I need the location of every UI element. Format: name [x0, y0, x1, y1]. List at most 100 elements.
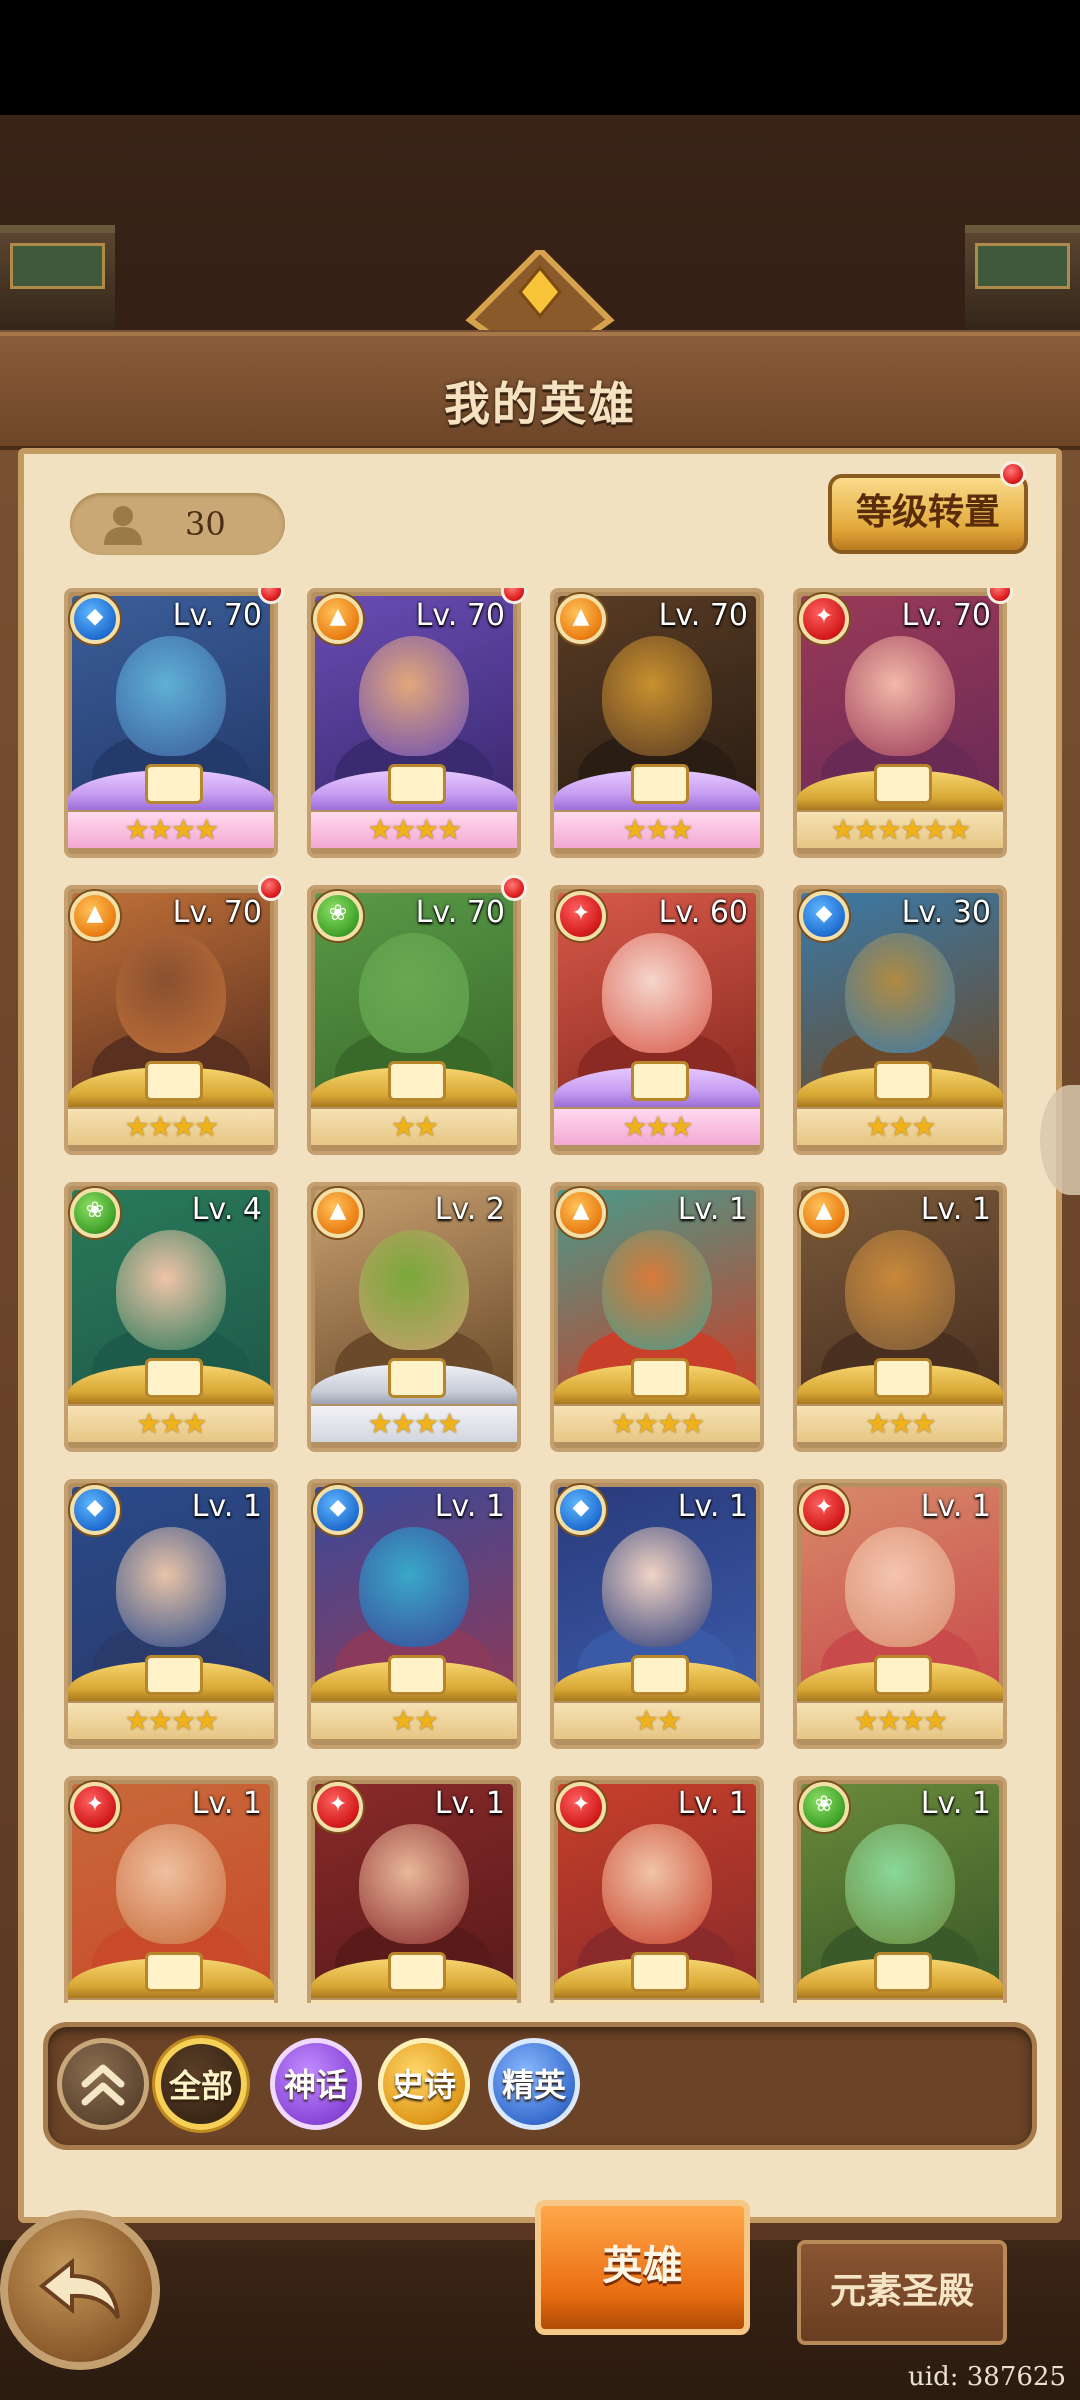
- star-icon: ★: [171, 813, 196, 846]
- hero-level: Lv. 1: [677, 1786, 748, 1821]
- star-icon: ★: [390, 1110, 416, 1143]
- rank-emblem-icon: [145, 1358, 203, 1398]
- hero-level: Lv. 1: [434, 1489, 505, 1524]
- star-rating: ★★★★: [68, 1703, 274, 1739]
- star-icon: ★: [136, 2001, 161, 2003]
- notification-dot: [501, 875, 527, 901]
- star-icon: ★: [657, 1407, 682, 1440]
- star-rating: ★★★★: [311, 1406, 517, 1442]
- star-icon: ★: [888, 2001, 913, 2003]
- hero-level: Lv. 70: [658, 598, 748, 633]
- hero-card[interactable]: ★★★★ ◆ Lv. 1: [64, 1479, 278, 1749]
- filter-myth-button[interactable]: 神话: [270, 2038, 362, 2130]
- hero-card[interactable]: ★★★★ ▲ Lv. 2: [307, 1182, 521, 1452]
- hero-card[interactable]: ★★★ ◆ Lv. 30: [793, 885, 1007, 1155]
- star-rating: ★★★★: [554, 1406, 760, 1442]
- hero-level: Lv. 30: [901, 895, 991, 930]
- star-icon: ★: [171, 1110, 196, 1143]
- hero-level: Lv. 70: [172, 895, 262, 930]
- hero-card[interactable]: ★★★ ✦ Lv. 60: [550, 885, 764, 1155]
- fire-element-icon: ✦: [313, 1782, 363, 1832]
- hero-card[interactable]: ★★★★ ▲ Lv. 1: [550, 1182, 764, 1452]
- filter-epic-button[interactable]: 史诗: [378, 2038, 470, 2130]
- star-icon: ★: [946, 813, 971, 846]
- star-icon: ★: [622, 813, 647, 846]
- star-rating: ★★★: [68, 1406, 274, 1442]
- star-rating: ★★: [311, 1109, 517, 1145]
- filter-all-button[interactable]: 全部: [155, 2038, 247, 2130]
- hero-count-value: 30: [185, 505, 226, 543]
- star-icon: ★: [367, 1407, 393, 1440]
- hero-card[interactable]: ★★ ◆ Lv. 1: [550, 1479, 764, 1749]
- star-icon: ★: [124, 1704, 150, 1737]
- star-icon: ★: [414, 1110, 439, 1143]
- hero-card[interactable]: ★★★★ ▲ Lv. 70: [64, 875, 284, 1155]
- rank-emblem-icon: [874, 1655, 932, 1695]
- star-icon: ★: [900, 813, 925, 846]
- notification-dot: [258, 875, 284, 901]
- star-icon: ★: [390, 1704, 416, 1737]
- rank-emblem-icon: [388, 1952, 446, 1992]
- rank-emblem-icon: [388, 1358, 446, 1398]
- star-rating: ★★★★: [797, 1703, 1003, 1739]
- person-icon: [104, 506, 142, 545]
- rank-emblem-icon: [145, 1061, 203, 1101]
- tab-heroes[interactable]: 英雄: [535, 2200, 750, 2335]
- star-rating: ★★★★: [311, 812, 517, 848]
- hero-card[interactable]: ★★★❀Lv. 1: [793, 1776, 1007, 2003]
- hero-level: Lv. 1: [920, 1489, 991, 1524]
- hero-card[interactable]: ★★★★★★ ✦ Lv. 70: [793, 588, 1013, 858]
- tab-element-shrine[interactable]: 元素圣殿: [797, 2240, 1007, 2345]
- hero-card[interactable]: ★★★★ ✦ Lv. 1: [793, 1479, 1007, 1749]
- star-icon: ★: [194, 1704, 219, 1737]
- back-button[interactable]: [0, 2210, 160, 2370]
- star-icon: ★: [414, 1407, 439, 1440]
- star-rating: ★★: [311, 1703, 517, 1739]
- hero-level: Lv. 70: [415, 895, 505, 930]
- rank-emblem-icon: [388, 1061, 446, 1101]
- hero-card[interactable]: ★★★✦Lv. 1: [64, 1776, 278, 2003]
- star-icon: ★: [853, 1704, 879, 1737]
- star-icon: ★: [402, 2001, 427, 2003]
- hero-card[interactable]: ★★★ ▲ Lv. 1: [793, 1182, 1007, 1452]
- star-icon: ★: [865, 1407, 890, 1440]
- collapse-filter-button[interactable]: [57, 2038, 149, 2130]
- rank-emblem-icon: [631, 1655, 689, 1695]
- double-chevron-up-icon: [81, 2064, 125, 2106]
- hero-level: Lv. 1: [920, 1192, 991, 1227]
- hero-level: Lv. 1: [434, 1786, 505, 1821]
- star-rating: ★★★★: [68, 812, 274, 848]
- star-rating: ★★★★: [68, 1109, 274, 1145]
- hero-card[interactable]: ★★★ ❀ Lv. 4: [64, 1182, 278, 1452]
- rank-emblem-icon: [631, 1358, 689, 1398]
- fire-element-icon: ✦: [70, 1782, 120, 1832]
- status-bar-area: [0, 0, 1080, 115]
- star-icon: ★: [414, 1704, 439, 1737]
- hero-level: Lv. 70: [415, 598, 505, 633]
- star-icon: ★: [645, 813, 670, 846]
- star-icon: ★: [680, 1407, 705, 1440]
- star-icon: ★: [911, 1110, 937, 1143]
- rank-emblem-icon: [145, 1655, 203, 1695]
- notification-dot: [1000, 461, 1026, 487]
- rank-emblem-icon: [874, 764, 932, 804]
- rank-emblem-icon: [631, 1061, 689, 1101]
- water-element-icon: ◆: [70, 1485, 120, 1535]
- hero-card[interactable]: ★★★★ ◆ Lv. 70: [64, 588, 284, 858]
- star-icon: ★: [888, 1407, 913, 1440]
- hero-card[interactable]: ★★★★ ▲ Lv. 70: [307, 588, 527, 858]
- filter-elite-button[interactable]: 精英: [488, 2038, 580, 2130]
- hero-card[interactable]: ★★★✦Lv. 1: [550, 1776, 764, 2003]
- hero-card[interactable]: ★★★✦Lv. 1: [307, 1776, 521, 2003]
- rank-emblem-icon: [388, 1655, 446, 1695]
- star-icon: ★: [194, 1110, 219, 1143]
- hero-level: Lv. 1: [677, 1489, 748, 1524]
- star-rating: ★★★: [797, 1406, 1003, 1442]
- hero-card[interactable]: ★★★ ▲ Lv. 70: [550, 588, 764, 858]
- star-icon: ★: [923, 1704, 948, 1737]
- star-rating: ★★★: [554, 812, 760, 848]
- hero-card[interactable]: ★★ ◆ Lv. 1: [307, 1479, 521, 1749]
- level-reset-button[interactable]: 等级转置: [828, 474, 1028, 554]
- star-icon: ★: [194, 813, 219, 846]
- hero-card[interactable]: ★★ ❀ Lv. 70: [307, 875, 527, 1155]
